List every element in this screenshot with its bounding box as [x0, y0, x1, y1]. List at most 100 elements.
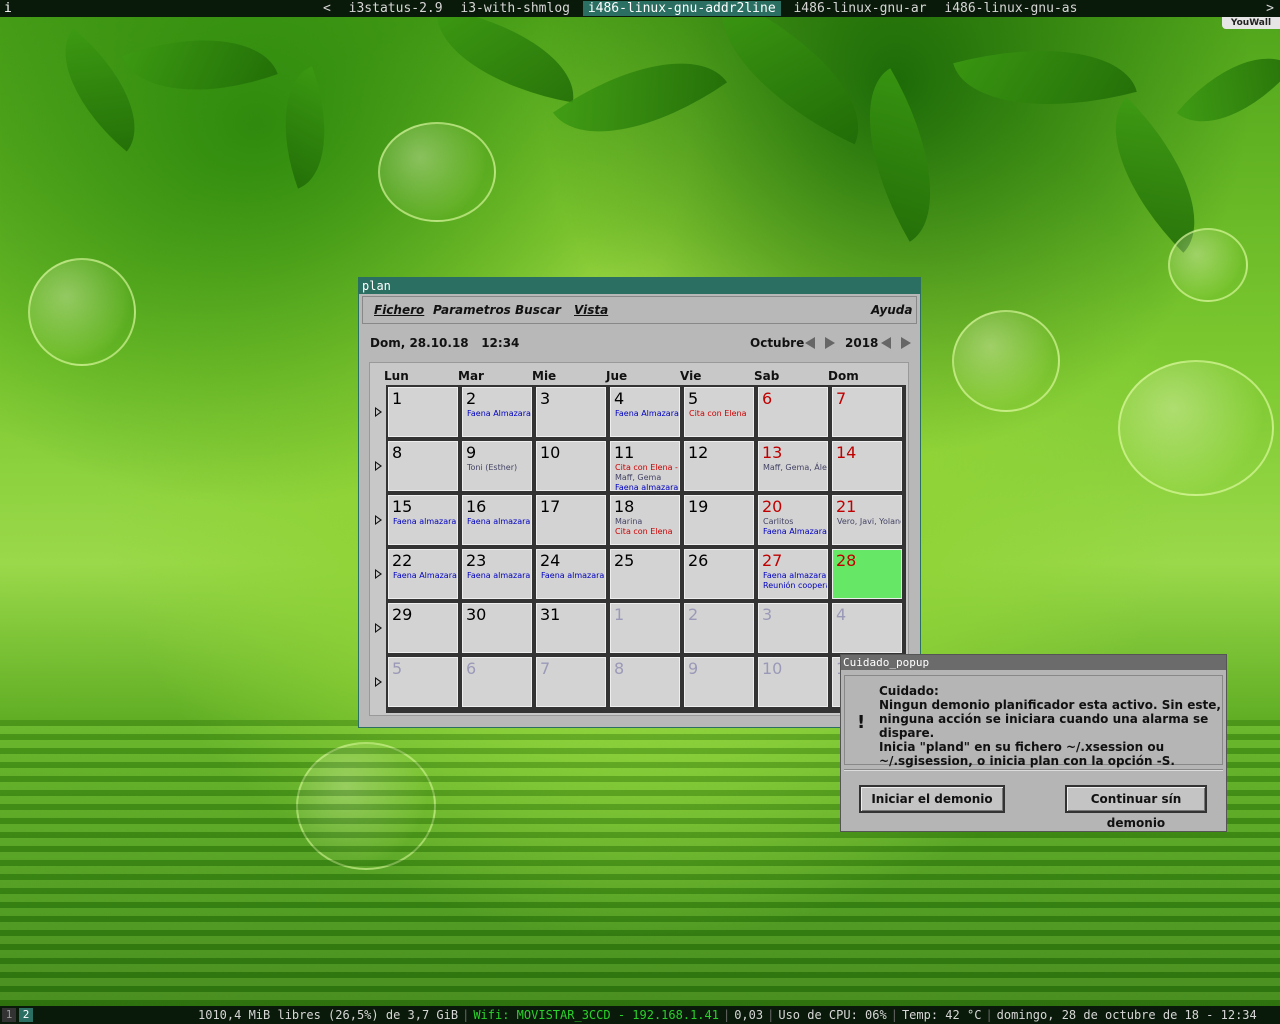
- appointment-note[interactable]: Maff, Gema, Álex: [763, 463, 827, 473]
- appointment-note[interactable]: Cita con Elena: [615, 527, 672, 537]
- plan-window-title[interactable]: plan: [359, 278, 920, 294]
- day-cell[interactable]: 6: [758, 387, 828, 437]
- day-cell[interactable]: 27Faena almazaraReunión cooperati: [758, 549, 828, 599]
- day-cell[interactable]: 4: [832, 603, 902, 653]
- day-cell[interactable]: 6: [462, 657, 532, 707]
- youwall-tab[interactable]: YouWall: [1222, 17, 1280, 29]
- day-cell[interactable]: 17: [536, 495, 606, 545]
- window-title-as[interactable]: i486-linux-gnu-as: [939, 1, 1082, 16]
- day-cell[interactable]: 7: [536, 657, 606, 707]
- day-cell[interactable]: 24 Faena almazara: [536, 549, 606, 599]
- day-cell[interactable]: 25: [610, 549, 680, 599]
- workspace-1-button[interactable]: 1: [2, 1008, 16, 1022]
- day-cell[interactable]: 8: [388, 441, 458, 491]
- day-cell[interactable]: 15 Faena almazara: [388, 495, 458, 545]
- day-cell[interactable]: 13 Maff, Gema, Álex: [758, 441, 828, 491]
- separator: |: [985, 1008, 993, 1022]
- day-cell[interactable]: 5: [388, 657, 458, 707]
- appointment-note[interactable]: Reunión cooperati: [763, 581, 827, 591]
- window-list: < i3status-2.9 i3-with-shmlog i486-linux…: [318, 0, 1082, 17]
- scroll-left-arrow[interactable]: <: [318, 1, 336, 16]
- appointment-note[interactable]: Faena Almazara: [393, 571, 457, 581]
- appointment-note[interactable]: Faena Almazara: [763, 527, 827, 537]
- appointment-note[interactable]: Faena almazara: [393, 517, 456, 527]
- appointment-note[interactable]: Marina: [615, 517, 642, 527]
- prev-month-arrow-icon[interactable]: [805, 337, 815, 349]
- scroll-right-arrow[interactable]: >: [1266, 0, 1274, 17]
- appointment-note[interactable]: Faena almazara: [541, 571, 604, 581]
- day-cell[interactable]: 2: [684, 603, 754, 653]
- day-cell[interactable]: 9 Toni (Esther): [462, 441, 532, 491]
- appointment-note[interactable]: Faena almazara: [615, 483, 678, 490]
- day-cell-today[interactable]: 28: [832, 549, 902, 599]
- window-title-i3-with-shmlog[interactable]: i3-with-shmlog: [455, 1, 575, 16]
- select-week-arrow-icon[interactable]: [375, 515, 382, 525]
- menu-buscar[interactable]: Buscar: [515, 303, 561, 317]
- day-cell[interactable]: 1: [610, 603, 680, 653]
- day-cell[interactable]: 18 Marina Cita con Elena: [610, 495, 680, 545]
- day-cell[interactable]: 20 Carlitos Faena Almazara: [758, 495, 828, 545]
- popup-line: Cuidado:: [879, 684, 939, 698]
- day-cell[interactable]: 22 Faena Almazara: [388, 549, 458, 599]
- appointment-note[interactable]: Toni (Esther): [467, 463, 517, 473]
- day-cell[interactable]: 30: [462, 603, 532, 653]
- top-bar: i < i3status-2.9 i3-with-shmlog i486-lin…: [0, 0, 1280, 17]
- day-cell[interactable]: 10: [536, 441, 606, 491]
- appointment-note[interactable]: Faena almazara: [467, 571, 530, 581]
- select-week-arrow-icon[interactable]: [375, 569, 382, 579]
- day-number: 26: [688, 551, 709, 570]
- popup-line: Inicia "pland" en su fichero ~/.xsession…: [879, 740, 1165, 754]
- appointment-note[interactable]: Maff, Gema: [615, 473, 661, 483]
- day-number: 7: [540, 659, 551, 678]
- day-cell[interactable]: 19: [684, 495, 754, 545]
- select-week-arrow-icon[interactable]: [375, 407, 382, 417]
- day-number: 6: [466, 659, 477, 678]
- day-cell[interactable]: 16 Faena almazara: [462, 495, 532, 545]
- prev-year-arrow-icon[interactable]: [881, 337, 891, 349]
- day-cell[interactable]: 8: [610, 657, 680, 707]
- day-cell[interactable]: 3: [536, 387, 606, 437]
- day-cell[interactable]: 4 Faena Almazara: [610, 387, 680, 437]
- select-week-arrow-icon[interactable]: [375, 623, 382, 633]
- next-year-arrow-icon[interactable]: [901, 337, 911, 349]
- appointment-note[interactable]: Vero, Javi, Yoland: [837, 517, 901, 527]
- menu-parametros[interactable]: Parametros: [433, 303, 511, 317]
- menu-vista[interactable]: Vista: [574, 303, 608, 317]
- day-cell[interactable]: 9: [684, 657, 754, 707]
- day-cell[interactable]: 3: [758, 603, 828, 653]
- day-cell[interactable]: 23 Faena almazara: [462, 549, 532, 599]
- window-title-i3status[interactable]: i3status-2.9: [344, 1, 448, 16]
- menu-bar: Fichero Parametros Buscar Vista Ayuda: [362, 296, 917, 324]
- appointment-note[interactable]: Faena Almazara: [467, 409, 531, 419]
- day-cell[interactable]: 10: [758, 657, 828, 707]
- start-daemon-button[interactable]: Iniciar el demonio: [859, 785, 1005, 813]
- day-cell[interactable]: 29: [388, 603, 458, 653]
- day-number: 4: [836, 605, 847, 624]
- window-title-ar[interactable]: i486-linux-gnu-ar: [788, 1, 931, 16]
- continue-without-daemon-button[interactable]: Continuar sín demonio: [1065, 785, 1207, 830]
- appointment-note[interactable]: Cita con Elena - 1: [615, 463, 679, 473]
- day-cell[interactable]: 12: [684, 441, 754, 491]
- day-cell[interactable]: 5 Cita con Elena: [684, 387, 754, 437]
- appointment-note[interactable]: Faena almazara: [763, 571, 826, 581]
- day-cell[interactable]: 2 Faena Almazara: [462, 387, 532, 437]
- day-cell[interactable]: 21 Vero, Javi, Yoland: [832, 495, 902, 545]
- day-cell[interactable]: 1: [388, 387, 458, 437]
- day-cell[interactable]: 26: [684, 549, 754, 599]
- appointment-note[interactable]: Faena Almazara: [615, 409, 679, 419]
- day-cell[interactable]: 7: [832, 387, 902, 437]
- day-cell[interactable]: 31: [536, 603, 606, 653]
- appointment-note[interactable]: Carlitos: [763, 517, 793, 527]
- next-month-arrow-icon[interactable]: [825, 337, 835, 349]
- popup-title[interactable]: Cuidado_popup: [841, 655, 1226, 670]
- appointment-note[interactable]: Faena almazara: [467, 517, 530, 527]
- appointment-note[interactable]: Cita con Elena: [689, 409, 746, 419]
- window-title-addr2line[interactable]: i486-linux-gnu-addr2line: [582, 1, 781, 16]
- menu-ayuda[interactable]: Ayuda: [871, 303, 912, 317]
- menu-fichero[interactable]: Fichero: [374, 303, 424, 317]
- day-cell[interactable]: 14: [832, 441, 902, 491]
- select-week-arrow-icon[interactable]: [375, 461, 382, 471]
- workspace-2-button[interactable]: 2: [19, 1008, 33, 1022]
- day-cell[interactable]: 11 Cita con Elena - 1 Maff, Gema Faena alma…: [610, 441, 680, 491]
- select-week-arrow-icon[interactable]: [375, 677, 382, 687]
